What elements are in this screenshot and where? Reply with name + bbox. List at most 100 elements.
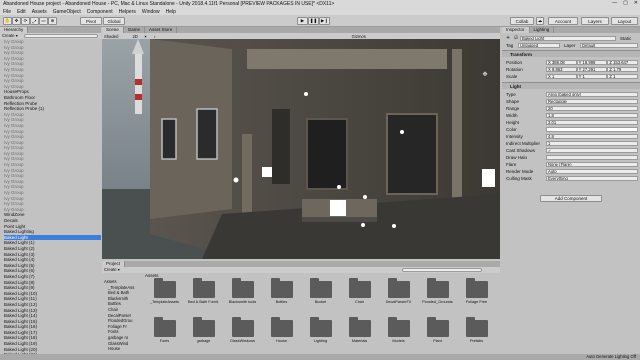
position-z[interactable]: Z 153.647 (607, 59, 639, 65)
scale-z[interactable]: Z 1 (607, 73, 639, 79)
asset-folder-label: garbage (196, 339, 211, 343)
tag-dropdown[interactable]: Untagged (518, 42, 560, 48)
asset-folder[interactable]: Fonts (145, 317, 184, 350)
project-search-input[interactable] (402, 268, 482, 272)
asset-folder[interactable]: Foliage Free (457, 278, 496, 311)
light-field-value[interactable]: ✓ (546, 147, 638, 153)
menu-edit[interactable]: Edit (17, 9, 26, 15)
rotation-x[interactable]: X 8.863 (546, 66, 577, 72)
light-field-value[interactable]: 1 (546, 140, 638, 146)
asset-folder[interactable]: garbage (184, 317, 223, 350)
light-field-value[interactable]: Auto (546, 168, 638, 174)
project-search-row: Create ▾ (102, 267, 500, 273)
light-field-value[interactable]: Area (baked only) (546, 91, 638, 97)
pause-button[interactable]: ❚❚ (308, 17, 319, 25)
maximize-icon[interactable]: ▢ (623, 0, 628, 6)
folder-icon (231, 278, 254, 298)
minimize-icon[interactable]: — (612, 0, 617, 6)
project-create-dropdown[interactable]: Create ▾ (104, 267, 120, 272)
light-field-value[interactable] (546, 126, 638, 132)
asset-folder[interactable]: Bucket (301, 278, 340, 311)
global-button[interactable]: Global (103, 17, 125, 25)
light-header[interactable]: Light (502, 82, 640, 89)
rotation-z[interactable]: Z 1.79 (607, 66, 639, 72)
cloud-icon[interactable]: ☁ (536, 17, 544, 25)
asset-folder-label: GlassWindows (229, 339, 256, 343)
menu-help[interactable]: Help (166, 9, 176, 15)
menu-assets[interactable]: Assets (32, 9, 47, 15)
menu-file[interactable]: File (3, 9, 11, 15)
scale-tool-button[interactable]: ⤢ (30, 17, 39, 25)
2d-toggle[interactable]: 2D (132, 34, 137, 39)
rect-tool-button[interactable]: ▭ (39, 17, 48, 25)
asset-folder[interactable]: Models (379, 317, 418, 350)
light-field-value[interactable]: 3.01 (546, 119, 638, 125)
menu-gameobject[interactable]: GameObject (53, 9, 81, 15)
menu-component[interactable]: Component (87, 9, 113, 15)
gizmos-dropdown[interactable]: Gizmos (352, 34, 366, 39)
pivot-button[interactable]: Pivot (80, 17, 102, 25)
asset-folder[interactable]: Bottles (262, 278, 301, 311)
scene-view[interactable]: Scene Game Asset Store Shaded 2D ☀ ♪ Giz… (102, 27, 500, 259)
light-field-label: Draw Halo (506, 154, 528, 160)
audio-toggle-icon[interactable]: ♪ (154, 34, 156, 39)
asset-folder[interactable]: Plant (418, 317, 457, 350)
asset-folder[interactable]: Prefabs (457, 317, 496, 350)
play-button[interactable]: ▶ (297, 17, 308, 25)
create-dropdown[interactable]: Create ▾ (2, 33, 18, 38)
object-name-field[interactable]: Baked Light (520, 35, 616, 41)
asset-folder[interactable]: DecalParserFX (379, 278, 418, 311)
light-field-value[interactable]: Everything (546, 175, 638, 181)
light-field-value[interactable]: 4.8 (546, 133, 638, 139)
light-field-value[interactable]: Rectangle (546, 98, 638, 104)
asset-folder[interactable]: Blacksmith tools (223, 278, 262, 311)
asset-folder[interactable]: House (262, 317, 301, 350)
menu-helpers[interactable]: Helpers (119, 9, 136, 15)
light-field-label: Cast Shadows (506, 147, 536, 153)
tab-inspector[interactable]: Inspector (502, 27, 530, 33)
position-y[interactable]: Y 18.999 (576, 59, 608, 65)
asset-folder-label: Bucket (314, 300, 327, 304)
light-field-value[interactable]: 20 (546, 105, 638, 111)
scale-x[interactable]: X 1 (546, 73, 577, 79)
layout-dropdown[interactable]: Layout (611, 17, 638, 25)
rotation-y[interactable]: Y 27.291 (576, 66, 608, 72)
tab-lighting[interactable]: Lighting (529, 27, 555, 33)
light-field-value[interactable]: None (Flare) (546, 161, 638, 167)
layer-dropdown[interactable]: Default (580, 42, 638, 48)
light-field-value[interactable]: 1.8 (546, 112, 638, 118)
menu-window[interactable]: Window (142, 9, 160, 15)
layers-dropdown[interactable]: Layers (581, 17, 609, 25)
asset-folder[interactable]: Lighting (301, 317, 340, 350)
asset-folder-label: House (276, 339, 287, 343)
scale-y[interactable]: Y 1 (576, 73, 608, 79)
add-component-button[interactable]: Add Component (540, 195, 602, 202)
project-panel: Project Create ▾ Assets _TemplateAss Bed &… (102, 261, 500, 360)
hand-tool-button[interactable]: ✋ (3, 17, 12, 25)
asset-folder[interactable]: Flooded_Grounds (418, 278, 457, 311)
rotate-tool-button[interactable]: ⟳ (21, 17, 30, 25)
transform-header[interactable]: Transform (502, 50, 640, 57)
tag-label: Tag (506, 42, 514, 48)
step-button[interactable]: ▶❙ (319, 17, 330, 25)
project-tree-item[interactable]: House (104, 346, 144, 352)
asset-grid: _TemplateAssets Bed & Bath Furnit. Blacksm… (145, 278, 497, 357)
collab-button[interactable]: Collab (510, 17, 534, 25)
transform-tool-button[interactable]: ⊕ (48, 17, 57, 25)
shaded-dropdown[interactable]: Shaded (104, 34, 118, 39)
asset-folder[interactable]: Materials (340, 317, 379, 350)
asset-folder[interactable]: Bed & Bath Furnit. (184, 278, 223, 311)
light-field-value[interactable] (546, 154, 638, 160)
asset-folder[interactable]: _TemplateAssets (145, 278, 184, 311)
account-dropdown[interactable]: Account (548, 17, 578, 25)
light-field-row: Shape Rectangle (506, 98, 638, 104)
static-toggle[interactable]: Static (620, 36, 638, 41)
asset-folder[interactable]: Chair (340, 278, 379, 311)
folder-icon (192, 317, 215, 337)
position-x[interactable]: X 388.08 (546, 59, 577, 65)
move-tool-button[interactable]: ✥ (12, 17, 21, 25)
lighting-toggle-icon[interactable]: ☀ (144, 34, 148, 39)
hierarchy-search-input[interactable] (24, 34, 98, 38)
asset-folder[interactable]: GlassWindows (223, 317, 262, 350)
close-icon[interactable]: ✕ (634, 0, 638, 6)
